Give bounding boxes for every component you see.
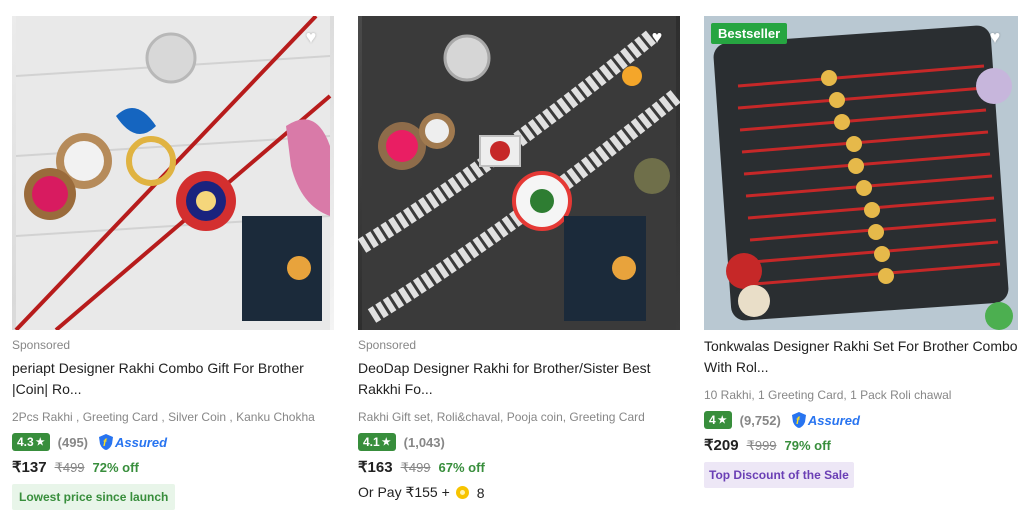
assured-label: Assured bbox=[807, 412, 860, 428]
product-image[interactable]: ♥ bbox=[358, 16, 680, 330]
or-pay-coins: Or Pay ₹155 + 8 bbox=[358, 484, 680, 501]
discount-percent: 67% off bbox=[438, 460, 485, 475]
assured-badge: f Assured bbox=[791, 411, 860, 429]
heart-icon[interactable]: ♥ bbox=[646, 26, 668, 48]
top-discount-tag: Top Discount of the Sale bbox=[704, 462, 854, 488]
product-image[interactable]: Bestseller ♥ bbox=[704, 16, 1018, 330]
product-title[interactable]: DeoDap Designer Rakhi for Brother/Sister… bbox=[358, 358, 680, 400]
rating-badge: 4.3 ★ bbox=[12, 433, 50, 451]
star-icon: ★ bbox=[717, 414, 727, 426]
discount-percent: 79% off bbox=[784, 438, 831, 453]
assured-label: Assured bbox=[115, 434, 168, 450]
rating-count: (9,752) bbox=[739, 412, 781, 428]
product-title[interactable]: Tonkwalas Designer Rakhi Set For Brother… bbox=[704, 336, 1018, 378]
rakhi-product-photo bbox=[14, 16, 332, 330]
product-card[interactable]: ♥ Sponsored DeoDap Designer Rakhi for Br… bbox=[358, 16, 680, 501]
lowest-price-tag: Lowest price since launch bbox=[12, 484, 176, 510]
product-title[interactable]: periapt Designer Rakhi Combo Gift For Br… bbox=[12, 358, 334, 400]
discount-percent: 72% off bbox=[92, 460, 139, 475]
original-price: ₹499 bbox=[400, 460, 431, 475]
star-icon: ★ bbox=[35, 436, 45, 448]
heart-icon[interactable]: ♥ bbox=[300, 26, 322, 48]
rating-row: 4.1 ★ (1,043) bbox=[358, 432, 680, 452]
selling-price: ₹209 bbox=[704, 437, 739, 454]
price-row: ₹163 ₹499 67% off bbox=[358, 458, 680, 476]
product-card[interactable]: Bestseller ♥ Tonkwalas Designer Rakhi Se… bbox=[704, 16, 1018, 488]
supercoin-icon bbox=[455, 486, 469, 499]
product-subtitle: 2Pcs Rakhi , Greeting Card , Silver Coin… bbox=[12, 410, 315, 424]
or-pay-text: Or Pay ₹155 + bbox=[358, 484, 450, 500]
star-icon: ★ bbox=[381, 436, 391, 448]
price-row: ₹137 ₹499 72% off bbox=[12, 458, 334, 476]
sponsored-label: Sponsored bbox=[358, 338, 417, 352]
bestseller-badge: Bestseller bbox=[711, 23, 788, 44]
original-price: ₹999 bbox=[746, 438, 777, 453]
product-subtitle: Rakhi Gift set, Roli&chaval, Pooja coin,… bbox=[358, 410, 645, 424]
coin-count: 8 bbox=[476, 484, 485, 501]
selling-price: ₹137 bbox=[12, 459, 47, 476]
sponsored-label: Sponsored bbox=[12, 338, 71, 352]
price-row: ₹209 ₹999 79% off bbox=[704, 436, 1018, 454]
rating-value: 4.3 bbox=[17, 435, 34, 449]
rating-value: 4.1 bbox=[363, 435, 380, 449]
rating-row: 4 ★ (9,752) f Assured bbox=[704, 410, 1018, 430]
product-subtitle: 10 Rakhi, 1 Greeting Card, 1 Pack Roli c… bbox=[704, 388, 952, 402]
heart-icon[interactable]: ♥ bbox=[984, 26, 1006, 48]
product-image[interactable]: ♥ bbox=[12, 16, 334, 330]
rating-count: (1,043) bbox=[403, 434, 445, 450]
rating-row: 4.3 ★ (495) f Assured bbox=[12, 432, 334, 452]
rating-value: 4 bbox=[709, 413, 716, 427]
shield-icon: f bbox=[791, 412, 806, 428]
product-card[interactable]: ♥ Sponsored periapt Designer Rakhi Combo… bbox=[12, 16, 334, 510]
selling-price: ₹163 bbox=[358, 459, 393, 476]
shield-icon: f bbox=[99, 434, 114, 450]
rating-count: (495) bbox=[57, 434, 89, 450]
rakhi-product-photo bbox=[704, 16, 1018, 330]
rating-badge: 4 ★ bbox=[704, 411, 732, 429]
original-price: ₹499 bbox=[54, 460, 85, 475]
rakhi-product-photo bbox=[358, 16, 680, 330]
rating-badge: 4.1 ★ bbox=[358, 433, 396, 451]
assured-badge: f Assured bbox=[98, 433, 167, 451]
